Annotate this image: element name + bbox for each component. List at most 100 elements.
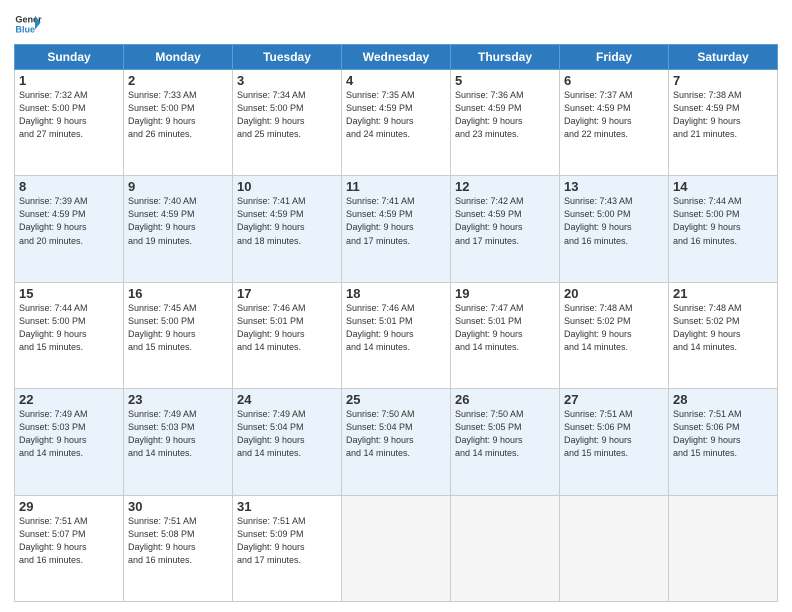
day-number: 30 <box>128 499 228 514</box>
day-info: Sunrise: 7:32 AM Sunset: 5:00 PM Dayligh… <box>19 89 119 141</box>
day-info: Sunrise: 7:51 AM Sunset: 5:06 PM Dayligh… <box>564 408 664 460</box>
calendar-day-cell: 6Sunrise: 7:37 AM Sunset: 4:59 PM Daylig… <box>560 70 669 176</box>
logo-icon: General Blue <box>14 10 42 38</box>
calendar-day-cell: 22Sunrise: 7:49 AM Sunset: 5:03 PM Dayli… <box>15 389 124 495</box>
day-info: Sunrise: 7:49 AM Sunset: 5:04 PM Dayligh… <box>237 408 337 460</box>
day-info: Sunrise: 7:44 AM Sunset: 5:00 PM Dayligh… <box>673 195 773 247</box>
day-number: 31 <box>237 499 337 514</box>
day-number: 9 <box>128 179 228 194</box>
weekday-header: Tuesday <box>233 45 342 70</box>
calendar-week-row: 1Sunrise: 7:32 AM Sunset: 5:00 PM Daylig… <box>15 70 778 176</box>
calendar-day-cell: 10Sunrise: 7:41 AM Sunset: 4:59 PM Dayli… <box>233 176 342 282</box>
day-info: Sunrise: 7:51 AM Sunset: 5:06 PM Dayligh… <box>673 408 773 460</box>
calendar-day-cell <box>669 495 778 601</box>
calendar-day-cell: 2Sunrise: 7:33 AM Sunset: 5:00 PM Daylig… <box>124 70 233 176</box>
calendar-day-cell: 17Sunrise: 7:46 AM Sunset: 5:01 PM Dayli… <box>233 282 342 388</box>
day-info: Sunrise: 7:44 AM Sunset: 5:00 PM Dayligh… <box>19 302 119 354</box>
day-info: Sunrise: 7:47 AM Sunset: 5:01 PM Dayligh… <box>455 302 555 354</box>
calendar-day-cell: 26Sunrise: 7:50 AM Sunset: 5:05 PM Dayli… <box>451 389 560 495</box>
header: General Blue <box>14 10 778 38</box>
day-number: 27 <box>564 392 664 407</box>
calendar-day-cell: 14Sunrise: 7:44 AM Sunset: 5:00 PM Dayli… <box>669 176 778 282</box>
calendar-day-cell <box>560 495 669 601</box>
calendar-day-cell: 29Sunrise: 7:51 AM Sunset: 5:07 PM Dayli… <box>15 495 124 601</box>
weekday-header: Saturday <box>669 45 778 70</box>
day-info: Sunrise: 7:48 AM Sunset: 5:02 PM Dayligh… <box>673 302 773 354</box>
day-number: 15 <box>19 286 119 301</box>
page: General Blue SundayMondayTuesdayWednesda… <box>0 0 792 612</box>
weekday-header: Wednesday <box>342 45 451 70</box>
calendar-day-cell: 19Sunrise: 7:47 AM Sunset: 5:01 PM Dayli… <box>451 282 560 388</box>
day-number: 12 <box>455 179 555 194</box>
calendar-table: SundayMondayTuesdayWednesdayThursdayFrid… <box>14 44 778 602</box>
calendar-day-cell <box>342 495 451 601</box>
calendar-week-row: 8Sunrise: 7:39 AM Sunset: 4:59 PM Daylig… <box>15 176 778 282</box>
calendar-day-cell <box>451 495 560 601</box>
day-number: 20 <box>564 286 664 301</box>
day-number: 3 <box>237 73 337 88</box>
day-number: 21 <box>673 286 773 301</box>
calendar-day-cell: 24Sunrise: 7:49 AM Sunset: 5:04 PM Dayli… <box>233 389 342 495</box>
calendar-day-cell: 18Sunrise: 7:46 AM Sunset: 5:01 PM Dayli… <box>342 282 451 388</box>
day-info: Sunrise: 7:36 AM Sunset: 4:59 PM Dayligh… <box>455 89 555 141</box>
calendar-day-cell: 4Sunrise: 7:35 AM Sunset: 4:59 PM Daylig… <box>342 70 451 176</box>
calendar-day-cell: 8Sunrise: 7:39 AM Sunset: 4:59 PM Daylig… <box>15 176 124 282</box>
calendar-day-cell: 15Sunrise: 7:44 AM Sunset: 5:00 PM Dayli… <box>15 282 124 388</box>
day-number: 10 <box>237 179 337 194</box>
calendar-week-row: 29Sunrise: 7:51 AM Sunset: 5:07 PM Dayli… <box>15 495 778 601</box>
calendar-day-cell: 9Sunrise: 7:40 AM Sunset: 4:59 PM Daylig… <box>124 176 233 282</box>
weekday-header: Friday <box>560 45 669 70</box>
day-number: 5 <box>455 73 555 88</box>
day-info: Sunrise: 7:33 AM Sunset: 5:00 PM Dayligh… <box>128 89 228 141</box>
calendar-day-cell: 1Sunrise: 7:32 AM Sunset: 5:00 PM Daylig… <box>15 70 124 176</box>
day-info: Sunrise: 7:46 AM Sunset: 5:01 PM Dayligh… <box>237 302 337 354</box>
day-number: 7 <box>673 73 773 88</box>
calendar-day-cell: 11Sunrise: 7:41 AM Sunset: 4:59 PM Dayli… <box>342 176 451 282</box>
day-number: 18 <box>346 286 446 301</box>
day-number: 24 <box>237 392 337 407</box>
calendar-day-cell: 31Sunrise: 7:51 AM Sunset: 5:09 PM Dayli… <box>233 495 342 601</box>
calendar-day-cell: 13Sunrise: 7:43 AM Sunset: 5:00 PM Dayli… <box>560 176 669 282</box>
day-info: Sunrise: 7:45 AM Sunset: 5:00 PM Dayligh… <box>128 302 228 354</box>
day-info: Sunrise: 7:51 AM Sunset: 5:09 PM Dayligh… <box>237 515 337 567</box>
day-number: 2 <box>128 73 228 88</box>
day-number: 29 <box>19 499 119 514</box>
day-number: 17 <box>237 286 337 301</box>
day-info: Sunrise: 7:42 AM Sunset: 4:59 PM Dayligh… <box>455 195 555 247</box>
calendar-week-row: 15Sunrise: 7:44 AM Sunset: 5:00 PM Dayli… <box>15 282 778 388</box>
day-info: Sunrise: 7:41 AM Sunset: 4:59 PM Dayligh… <box>346 195 446 247</box>
calendar-day-cell: 7Sunrise: 7:38 AM Sunset: 4:59 PM Daylig… <box>669 70 778 176</box>
weekday-header: Monday <box>124 45 233 70</box>
calendar-day-cell: 5Sunrise: 7:36 AM Sunset: 4:59 PM Daylig… <box>451 70 560 176</box>
day-number: 28 <box>673 392 773 407</box>
day-info: Sunrise: 7:46 AM Sunset: 5:01 PM Dayligh… <box>346 302 446 354</box>
weekday-header: Sunday <box>15 45 124 70</box>
day-info: Sunrise: 7:38 AM Sunset: 4:59 PM Dayligh… <box>673 89 773 141</box>
day-number: 1 <box>19 73 119 88</box>
day-info: Sunrise: 7:34 AM Sunset: 5:00 PM Dayligh… <box>237 89 337 141</box>
calendar-day-cell: 16Sunrise: 7:45 AM Sunset: 5:00 PM Dayli… <box>124 282 233 388</box>
weekday-header: Thursday <box>451 45 560 70</box>
calendar-week-row: 22Sunrise: 7:49 AM Sunset: 5:03 PM Dayli… <box>15 389 778 495</box>
calendar-day-cell: 21Sunrise: 7:48 AM Sunset: 5:02 PM Dayli… <box>669 282 778 388</box>
calendar-day-cell: 25Sunrise: 7:50 AM Sunset: 5:04 PM Dayli… <box>342 389 451 495</box>
day-info: Sunrise: 7:41 AM Sunset: 4:59 PM Dayligh… <box>237 195 337 247</box>
calendar-day-cell: 3Sunrise: 7:34 AM Sunset: 5:00 PM Daylig… <box>233 70 342 176</box>
day-info: Sunrise: 7:50 AM Sunset: 5:05 PM Dayligh… <box>455 408 555 460</box>
day-info: Sunrise: 7:50 AM Sunset: 5:04 PM Dayligh… <box>346 408 446 460</box>
day-number: 14 <box>673 179 773 194</box>
logo: General Blue <box>14 10 42 38</box>
day-info: Sunrise: 7:48 AM Sunset: 5:02 PM Dayligh… <box>564 302 664 354</box>
day-number: 4 <box>346 73 446 88</box>
day-number: 26 <box>455 392 555 407</box>
day-number: 6 <box>564 73 664 88</box>
day-info: Sunrise: 7:43 AM Sunset: 5:00 PM Dayligh… <box>564 195 664 247</box>
day-number: 8 <box>19 179 119 194</box>
day-number: 23 <box>128 392 228 407</box>
day-number: 16 <box>128 286 228 301</box>
day-info: Sunrise: 7:37 AM Sunset: 4:59 PM Dayligh… <box>564 89 664 141</box>
svg-text:Blue: Blue <box>15 24 35 34</box>
day-info: Sunrise: 7:51 AM Sunset: 5:07 PM Dayligh… <box>19 515 119 567</box>
day-info: Sunrise: 7:51 AM Sunset: 5:08 PM Dayligh… <box>128 515 228 567</box>
day-info: Sunrise: 7:40 AM Sunset: 4:59 PM Dayligh… <box>128 195 228 247</box>
